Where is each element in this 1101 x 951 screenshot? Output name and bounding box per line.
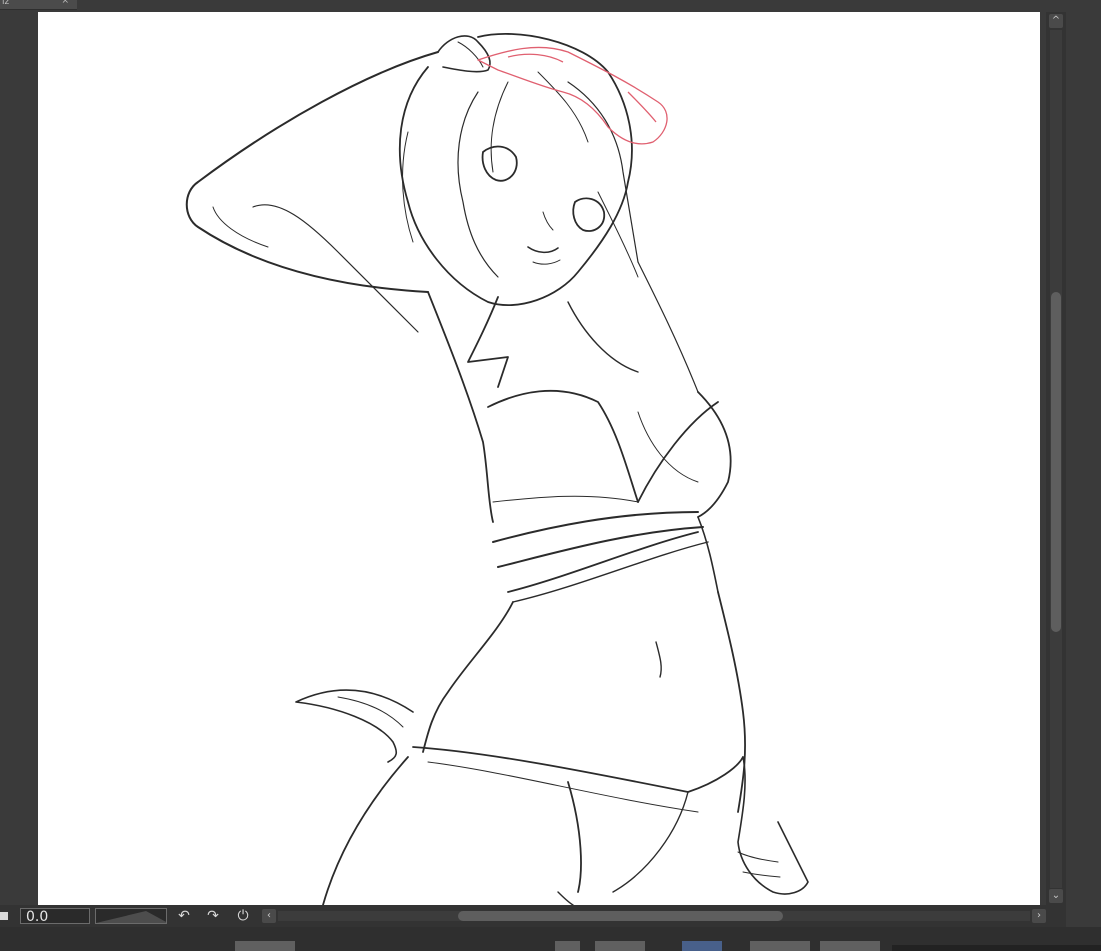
status-dark-region — [892, 945, 1101, 951]
vertical-scrollbar[interactable]: ^ ⌄ — [1046, 12, 1066, 905]
drawing-canvas[interactable] — [38, 12, 1040, 905]
rotation-angle-field[interactable]: 0.0 — [20, 908, 90, 925]
rotation-slider-graphic — [96, 911, 166, 923]
rotate-right-icon[interactable]: ↷ — [204, 907, 222, 925]
status-blur-text — [555, 941, 580, 951]
scroll-left-icon[interactable]: ‹ — [262, 909, 276, 923]
status-blur-text — [235, 941, 295, 951]
status-blur-text — [682, 941, 722, 951]
close-icon[interactable]: × — [61, 0, 69, 6]
vertical-scroll-thumb[interactable] — [1051, 292, 1061, 632]
document-tab-label: iz — [2, 0, 10, 7]
right-gutter — [1066, 0, 1101, 927]
scroll-up-icon[interactable]: ^ — [1049, 14, 1063, 28]
horizontal-scroll-thumb[interactable] — [458, 911, 783, 921]
status-blur-text — [595, 941, 645, 951]
scroll-right-icon[interactable]: › — [1032, 909, 1046, 923]
scroll-corner — [1046, 905, 1066, 927]
scroll-down-icon[interactable]: ⌄ — [1049, 889, 1063, 903]
rotate-left-icon[interactable]: ↶ — [175, 907, 193, 925]
status-blur-text — [820, 941, 880, 951]
status-blur-text — [750, 941, 810, 951]
reset-rotation-icon[interactable]: ⏻ — [234, 907, 252, 925]
status-strip — [0, 927, 1101, 951]
document-tab[interactable]: iz × — [0, 0, 77, 10]
rotation-slider[interactable] — [95, 908, 167, 924]
lineart-drawing — [185, 33, 809, 905]
clip-studio-window: iz × ^ ⌄ 0.0 ↶ ↷ ⏻ ‹ › — [0, 0, 1101, 951]
canvas-bottom-toolbar: 0.0 ↶ ↷ ⏻ ‹ › — [0, 905, 1066, 927]
square-icon[interactable] — [0, 912, 8, 920]
